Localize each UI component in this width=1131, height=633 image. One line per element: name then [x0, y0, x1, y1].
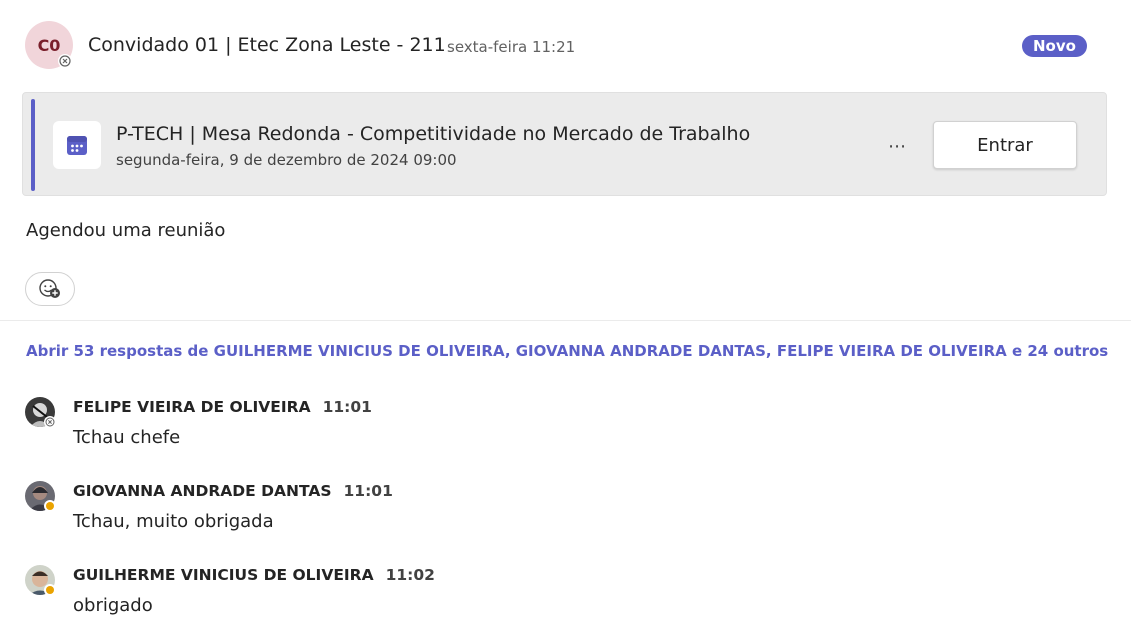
calendar-icon — [53, 121, 101, 169]
reply-timestamp: 11:01 — [322, 398, 372, 416]
more-options-button[interactable]: ⋯ — [881, 130, 913, 162]
reply-text: Tchau, muito obrigada — [73, 511, 274, 532]
post-header: C0 Convidado 01 | Etec Zona Leste - 211 … — [25, 21, 1105, 69]
reply-text: obrigado — [73, 595, 153, 616]
reply-item: GUILHERME VINICIUS DE OLIVEIRA 11:02 obri… — [25, 565, 1105, 621]
presence-offline-icon — [44, 416, 56, 428]
avatar-initials: C0 — [37, 35, 61, 55]
chat-post: C0 Convidado 01 | Etec Zona Leste - 211 … — [0, 0, 1131, 633]
join-button[interactable]: Entrar — [933, 121, 1077, 169]
divider — [0, 320, 1131, 321]
add-reaction-button[interactable] — [25, 272, 75, 306]
presence-away-dot — [46, 586, 54, 594]
reply-author[interactable]: FELIPE VIEIRA DE OLIVEIRA — [73, 398, 311, 416]
meeting-date: segunda-feira, 9 de dezembro de 2024 09:… — [116, 151, 457, 169]
reply-header: GIOVANNA ANDRADE DANTAS 11:01 — [73, 482, 393, 500]
reply-author[interactable]: GUILHERME VINICIUS DE OLIVEIRA — [73, 566, 374, 584]
reply-timestamp: 11:02 — [385, 566, 435, 584]
presence-away-icon — [44, 584, 56, 596]
reply-item: FELIPE VIEIRA DE OLIVEIRA 11:01 Tchau che… — [25, 397, 1105, 453]
reply-author[interactable]: GIOVANNA ANDRADE DANTAS — [73, 482, 332, 500]
post-author[interactable]: Convidado 01 | Etec Zona Leste - 211 — [88, 34, 446, 56]
reply-header: GUILHERME VINICIUS DE OLIVEIRA 11:02 — [73, 566, 435, 584]
presence-offline-icon — [58, 54, 72, 68]
reply-header: FELIPE VIEIRA DE OLIVEIRA 11:01 — [73, 398, 372, 416]
reply-text: Tchau chefe — [73, 427, 181, 448]
meeting-title[interactable]: P-TECH | Mesa Redonda - Competitividade … — [116, 123, 750, 145]
new-badge: Novo — [1022, 35, 1087, 57]
open-replies-link[interactable]: Abrir 53 respostas de GUILHERME VINICIUS… — [26, 342, 1108, 360]
more-options-icon: ⋯ — [888, 135, 906, 157]
reply-item: GIOVANNA ANDRADE DANTAS 11:01 Tchau, muit… — [25, 481, 1105, 537]
meeting-card[interactable]: P-TECH | Mesa Redonda - Competitividade … — [22, 92, 1107, 196]
card-accent-bar — [31, 99, 35, 191]
presence-away-icon — [44, 500, 56, 512]
message-text: Agendou uma reunião — [26, 220, 226, 241]
emoji-add-icon — [39, 279, 60, 298]
reply-timestamp: 11:01 — [343, 482, 393, 500]
post-timestamp: sexta-feira 11:21 — [447, 38, 576, 56]
presence-away-dot — [46, 502, 54, 510]
